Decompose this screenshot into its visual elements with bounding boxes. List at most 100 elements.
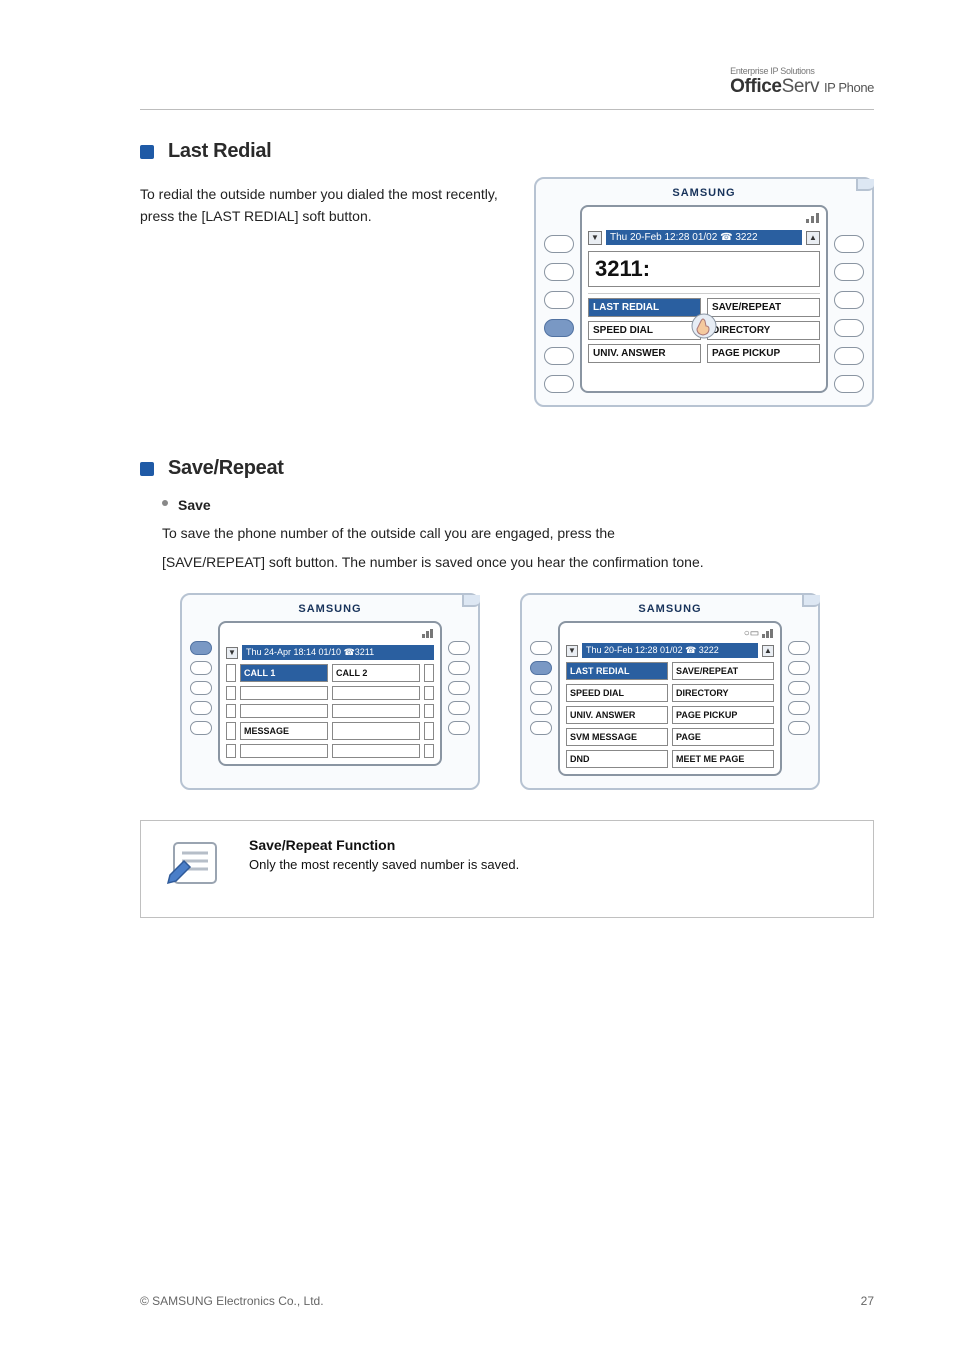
softkey-last-redial[interactable]: LAST REDIAL (588, 298, 701, 317)
footer-copyright: © SAMSUNG Electronics Co., Ltd. (140, 1294, 324, 1308)
hw-key[interactable] (834, 347, 864, 365)
cell-empty[interactable] (332, 744, 420, 758)
cell-page[interactable]: PAGE (672, 728, 774, 746)
hw-key[interactable] (834, 291, 864, 309)
hw-key[interactable] (544, 347, 574, 365)
cell-speed-dial[interactable]: SPEED DIAL (566, 684, 668, 702)
status-row: ▼ Thu 20-Feb 12:28 01/02 ☎ 3222 ▲ (588, 230, 820, 245)
cell-call-2[interactable]: CALL 2 (332, 664, 420, 682)
cell-last-redial[interactable]: LAST REDIAL (566, 662, 668, 680)
section-heading-row: Save/Repeat (140, 457, 874, 480)
network-icon (762, 629, 774, 638)
phone-screen: ▼ Thu 24-Apr 18:14 01/10 ☎3211 CALL 1CAL… (218, 621, 442, 766)
status-bar: Thu 20-Feb 12:28 01/02 ☎ 3222 (606, 230, 802, 245)
page: Enterprise IP Solutions OfficeServ IP Ph… (0, 0, 954, 1348)
cell-empty[interactable] (240, 686, 328, 700)
cell-call-1[interactable]: CALL 1 (240, 664, 328, 682)
phone-brand: SAMSUNG (530, 603, 810, 615)
nav-down-icon[interactable]: ▼ (588, 231, 602, 245)
hw-key[interactable] (190, 681, 212, 695)
phone-tab-icon (462, 595, 480, 607)
extension-display: 3211: (588, 251, 820, 287)
hw-key[interactable] (788, 681, 810, 695)
logo-light: Serv (782, 76, 819, 97)
hw-key[interactable] (834, 319, 864, 337)
cell-message[interactable]: MESSAGE (240, 722, 328, 740)
hw-key[interactable] (448, 721, 470, 735)
hw-key[interactable] (530, 721, 552, 735)
page-footer: © SAMSUNG Electronics Co., Ltd. 27 (140, 1294, 874, 1308)
status-bar: Thu 20-Feb 12:28 01/02 ☎ 3222 (582, 643, 758, 658)
phone-screen: ○▭ ▼ Thu 20-Feb 12:28 01/02 ☎ 3222 ▲ LAS… (558, 621, 782, 776)
status-icons (226, 629, 434, 641)
hw-key[interactable] (788, 661, 810, 675)
page-header: Enterprise IP Solutions OfficeServ IP Ph… (140, 70, 874, 110)
cell-univ-answer[interactable]: UNIV. ANSWER (566, 706, 668, 724)
hw-key[interactable] (530, 641, 552, 655)
hw-key[interactable] (544, 375, 574, 393)
status-row: ▼ Thu 20-Feb 12:28 01/02 ☎ 3222 ▲ (566, 643, 774, 658)
hw-key-column-left (544, 205, 574, 393)
hw-key[interactable] (190, 701, 212, 715)
status-bar: Thu 24-Apr 18:14 01/10 ☎3211 (242, 645, 434, 660)
hw-key[interactable] (834, 375, 864, 393)
cell-empty[interactable] (240, 704, 328, 718)
hw-key-active[interactable] (530, 661, 552, 675)
hw-key[interactable] (788, 641, 810, 655)
hw-key[interactable] (834, 263, 864, 281)
nav-down-icon[interactable]: ▼ (226, 647, 238, 659)
heading-last-redial: Last Redial (168, 140, 271, 163)
phone-mock-a: SAMSUNG ▼ Thu 24-Apr 18:14 01/10 ☎3211 (180, 593, 480, 790)
phone-brand: SAMSUNG (190, 603, 470, 615)
hw-key-column-right (448, 621, 470, 766)
softkey-save-repeat[interactable]: SAVE/REPEAT (707, 298, 820, 317)
hw-key[interactable] (788, 721, 810, 735)
hw-key[interactable] (544, 263, 574, 281)
hw-key[interactable] (834, 235, 864, 253)
hw-key[interactable] (448, 641, 470, 655)
nav-down-icon[interactable]: ▼ (566, 645, 578, 657)
status-row: ▼ Thu 24-Apr 18:14 01/10 ☎3211 (226, 645, 434, 660)
hw-key[interactable] (788, 701, 810, 715)
hw-key-active[interactable] (190, 641, 212, 655)
nav-up-icon[interactable]: ▲ (806, 231, 820, 245)
hw-key[interactable] (530, 701, 552, 715)
phone-brand: SAMSUNG (544, 187, 864, 199)
product-logo: Enterprise IP Solutions OfficeServ IP Ph… (730, 66, 874, 98)
hw-key[interactable] (190, 721, 212, 735)
note-box: Save/Repeat Function Only the most recen… (140, 820, 874, 918)
nav-up-icon[interactable]: ▲ (762, 645, 774, 657)
divider (588, 293, 820, 294)
softkey-univ-answer[interactable]: UNIV. ANSWER (588, 344, 701, 363)
hw-key[interactable] (544, 235, 574, 253)
phone-screen: ▼ Thu 20-Feb 12:28 01/02 ☎ 3222 ▲ 3211: … (580, 205, 828, 393)
hw-key[interactable] (190, 661, 212, 675)
softkey-speed-dial[interactable]: SPEED DIAL (588, 321, 701, 340)
hw-key[interactable] (448, 661, 470, 675)
cell-empty[interactable] (240, 744, 328, 758)
cell-empty[interactable] (332, 704, 420, 718)
hw-key[interactable] (448, 681, 470, 695)
softkey-page-pickup[interactable]: PAGE PICKUP (707, 344, 820, 363)
hw-key[interactable] (544, 291, 574, 309)
cell-directory[interactable]: DIRECTORY (672, 684, 774, 702)
hw-key[interactable] (530, 681, 552, 695)
hw-key-active[interactable] (544, 319, 574, 337)
logo-bold: Office (730, 76, 781, 97)
note-icon-wrap (159, 837, 229, 893)
hw-key-column-left (190, 621, 212, 766)
status-icons: ○▭ (566, 629, 774, 639)
cell-page-pickup[interactable]: PAGE PICKUP (672, 706, 774, 724)
softkey-directory[interactable]: DIRECTORY (707, 321, 820, 340)
cell-empty[interactable] (332, 686, 420, 700)
cursor-hand-icon (689, 311, 719, 341)
note-title: Save/Repeat Function (249, 837, 855, 853)
cell-dnd[interactable]: DND (566, 750, 668, 768)
cell-empty[interactable] (332, 722, 420, 740)
note-icon (164, 837, 224, 893)
hw-key[interactable] (448, 701, 470, 715)
cell-svm-message[interactable]: SVM MESSAGE (566, 728, 668, 746)
cell-meet-me-page[interactable]: MEET ME PAGE (672, 750, 774, 768)
section-heading-row: Last Redial (140, 140, 874, 163)
cell-save-repeat[interactable]: SAVE/REPEAT (672, 662, 774, 680)
